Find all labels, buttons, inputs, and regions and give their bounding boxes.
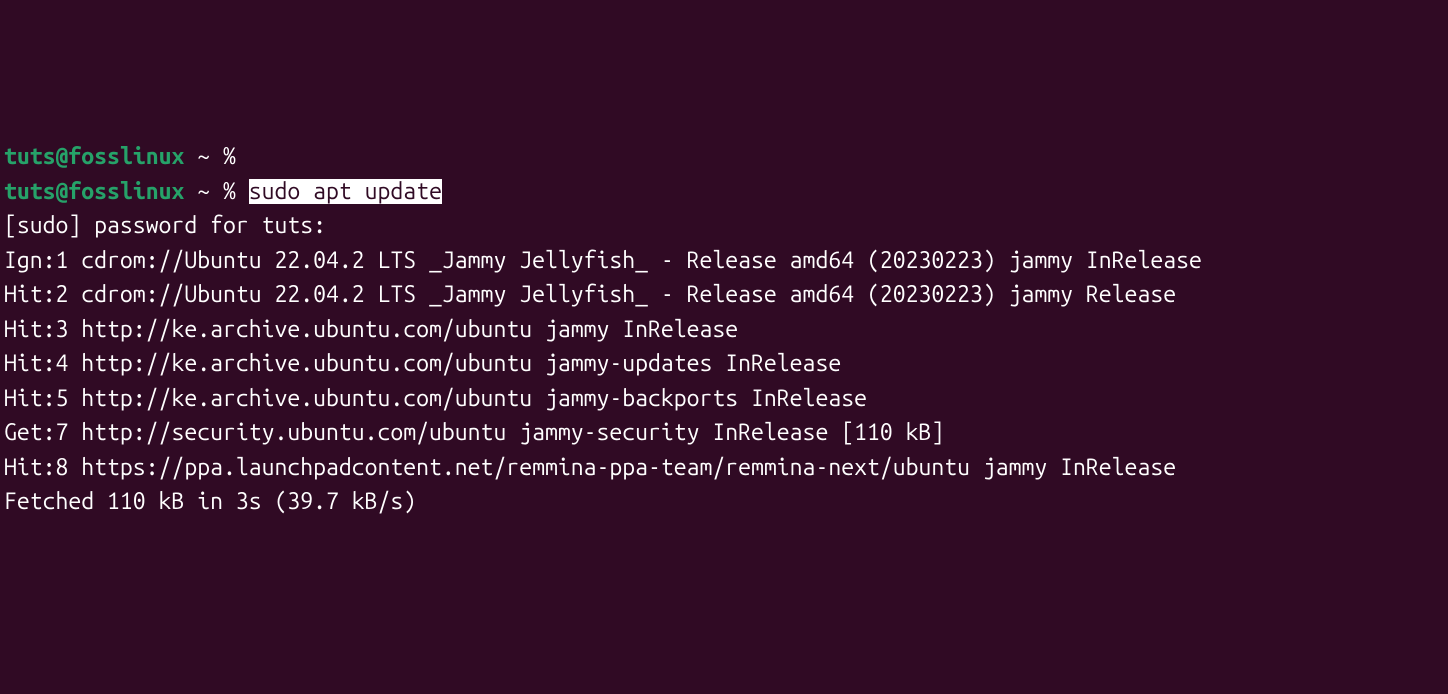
prompt-path: ~ (184, 179, 223, 204)
command-input[interactable]: sudo apt update (249, 179, 442, 204)
apt-output-line: Hit:4 http://ke.archive.ubuntu.com/ubunt… (4, 347, 1444, 382)
sudo-password-prompt: [sudo] password for tuts: (4, 209, 1444, 244)
prompt-host: fosslinux (68, 144, 184, 169)
terminal-output: tuts@fosslinux ~ % tuts@fosslinux ~ % su… (4, 140, 1444, 520)
apt-output-line: Hit:8 https://ppa.launchpadcontent.net/r… (4, 451, 1444, 486)
apt-output-line: Fetched 110 kB in 3s (39.7 kB/s) (4, 485, 1444, 520)
prompt-symbol: % (223, 179, 249, 204)
prompt-symbol: % (223, 144, 249, 169)
prompt-line-2: tuts@fosslinux ~ % sudo apt update (4, 175, 1444, 210)
apt-output-line: Hit:2 cdrom://Ubuntu 22.04.2 LTS _Jammy … (4, 278, 1444, 313)
prompt-host: fosslinux (68, 179, 184, 204)
apt-output-line: Hit:3 http://ke.archive.ubuntu.com/ubunt… (4, 313, 1444, 348)
apt-output-line: Ign:1 cdrom://Ubuntu 22.04.2 LTS _Jammy … (4, 244, 1444, 279)
prompt-user: tuts (4, 144, 56, 169)
prompt-path: ~ (184, 144, 223, 169)
prompt-at: @ (56, 179, 69, 204)
apt-output-line: Hit:5 http://ke.archive.ubuntu.com/ubunt… (4, 382, 1444, 417)
apt-output-line: Get:7 http://security.ubuntu.com/ubuntu … (4, 416, 1444, 451)
prompt-line-1: tuts@fosslinux ~ % (4, 140, 1444, 175)
prompt-user: tuts (4, 179, 56, 204)
prompt-at: @ (56, 144, 69, 169)
